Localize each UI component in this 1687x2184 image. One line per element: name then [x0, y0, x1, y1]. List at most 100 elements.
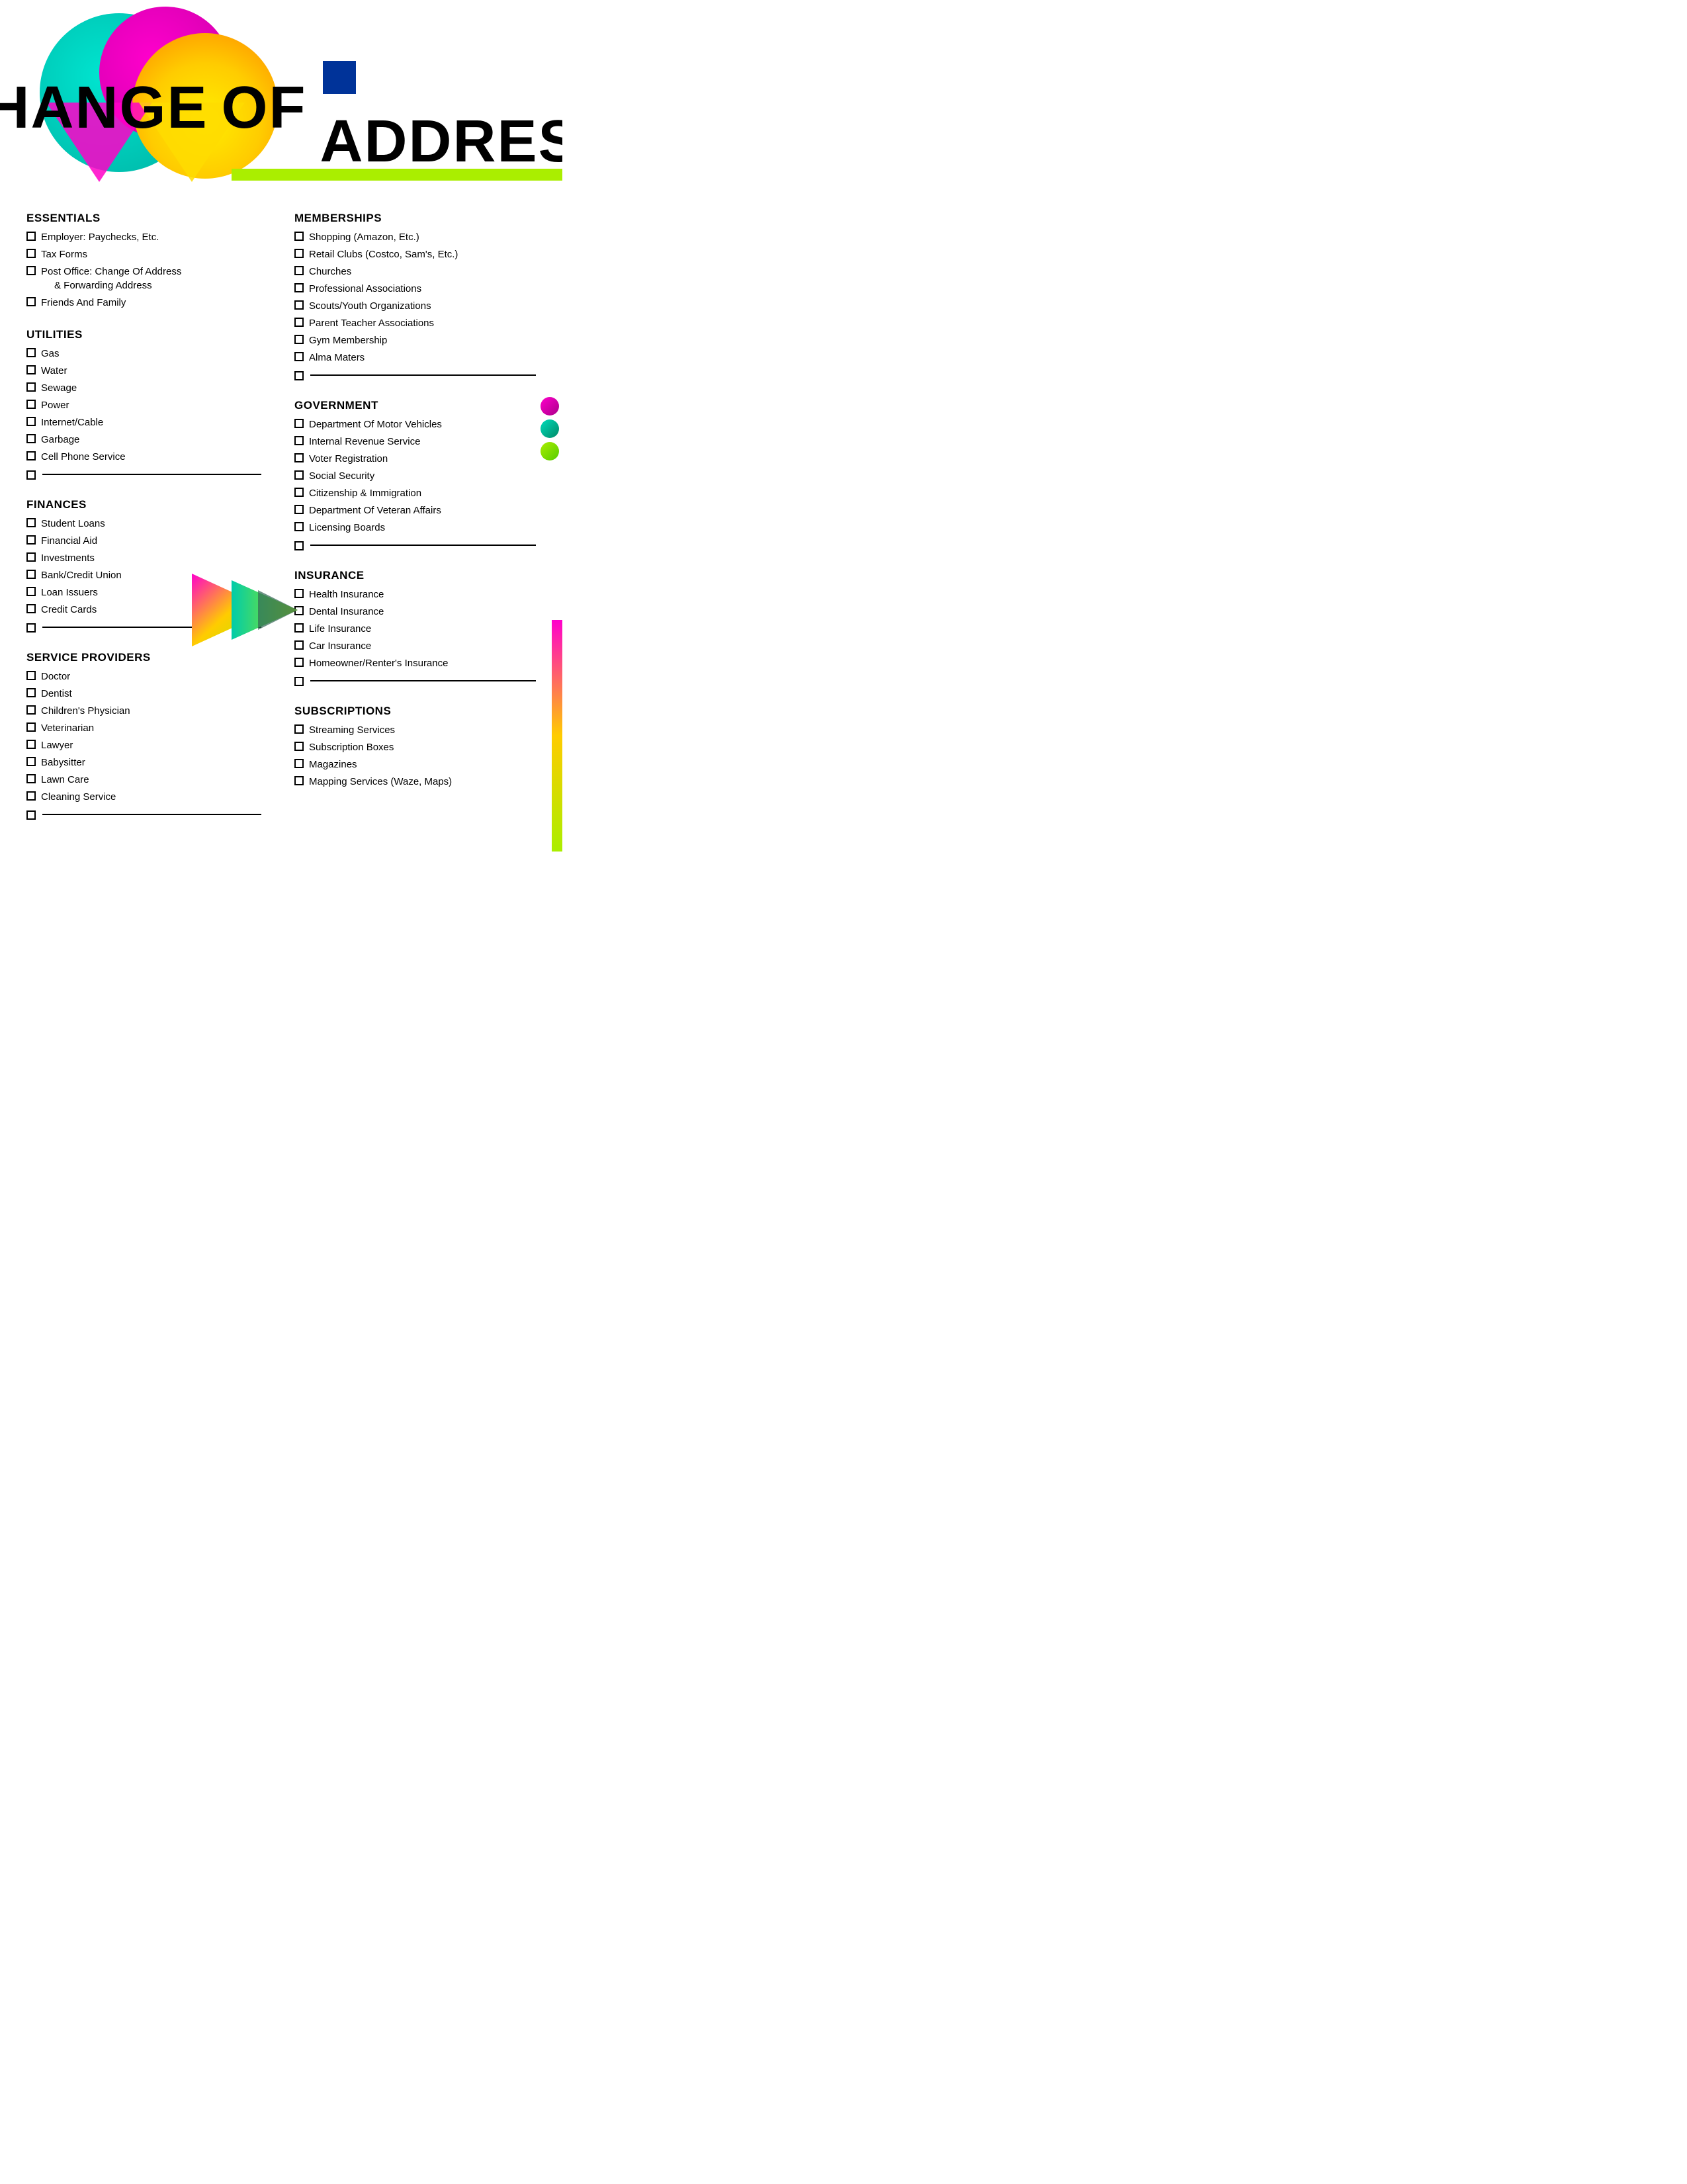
arrow-group	[192, 574, 311, 646]
checkbox[interactable]	[26, 232, 36, 241]
blank-line	[42, 814, 261, 815]
list-item: Citizenship & Immigration	[294, 486, 536, 500]
right-column: MEMBERSHIPS Shopping (Amazon, Etc.) Reta…	[281, 212, 536, 838]
checkbox[interactable]	[26, 400, 36, 409]
checkbox[interactable]	[294, 335, 304, 344]
blue-accent	[323, 61, 356, 94]
service-providers-list: Doctor Dentist Children's Physician Vete…	[26, 670, 261, 804]
checkbox[interactable]	[294, 318, 304, 327]
list-item: Dental Insurance	[294, 605, 536, 619]
checkbox[interactable]	[26, 434, 36, 443]
list-item: Licensing Boards	[294, 521, 536, 535]
section-title-service-providers: SERVICE PROVIDERS	[26, 651, 261, 664]
checkbox[interactable]	[294, 436, 304, 445]
section-title-subscriptions: SUBSCRIPTIONS	[294, 705, 536, 718]
title-word-address: ADDRESS	[320, 40, 562, 176]
checkbox[interactable]	[26, 570, 36, 579]
checkbox[interactable]	[26, 623, 36, 633]
checkbox[interactable]	[26, 518, 36, 527]
checkbox[interactable]	[294, 522, 304, 531]
checkbox[interactable]	[26, 604, 36, 613]
list-item: Churches	[294, 265, 536, 279]
list-item: Internal Revenue Service	[294, 435, 536, 449]
checkbox[interactable]	[26, 740, 36, 749]
checkbox[interactable]	[26, 757, 36, 766]
checkbox[interactable]	[294, 283, 304, 292]
list-item: Cell Phone Service	[26, 450, 261, 464]
checkbox[interactable]	[26, 688, 36, 697]
side-circle-2	[541, 419, 559, 438]
list-item: Doctor	[26, 670, 261, 683]
list-item: Department Of Veteran Affairs	[294, 503, 536, 517]
hero-area: CHANGE OF ADDRESS	[0, 0, 562, 198]
checkbox[interactable]	[294, 266, 304, 275]
section-title-finances: FINANCES	[26, 498, 261, 511]
list-item: Student Loans	[26, 517, 261, 531]
checkbox[interactable]	[26, 535, 36, 545]
arrow-bg	[192, 574, 291, 646]
checkbox[interactable]	[294, 658, 304, 667]
checkbox[interactable]	[294, 759, 304, 768]
list-item: Internet/Cable	[26, 415, 261, 429]
checkbox[interactable]	[294, 724, 304, 734]
section-title-utilities: UTILITIES	[26, 328, 261, 341]
checkbox[interactable]	[26, 671, 36, 680]
bottom-gradient-bar	[552, 620, 562, 852]
list-item: Employer: Paychecks, Etc.	[26, 230, 261, 244]
checkbox[interactable]	[294, 453, 304, 462]
checkbox[interactable]	[26, 587, 36, 596]
checkbox[interactable]	[26, 417, 36, 426]
checkbox[interactable]	[26, 722, 36, 732]
checkbox[interactable]	[26, 774, 36, 783]
checkbox[interactable]	[26, 365, 36, 374]
list-item: Friends And Family	[26, 296, 261, 310]
list-item: Post Office: Change Of Address& Forwardi…	[26, 265, 261, 292]
list-item: Magazines	[294, 758, 536, 771]
list-item: Cleaning Service	[26, 790, 261, 804]
list-item: Veterinarian	[26, 721, 261, 735]
list-item: Investments	[26, 551, 261, 565]
side-circle-1	[541, 397, 559, 415]
section-service-providers: SERVICE PROVIDERS Doctor Dentist Childre…	[26, 651, 261, 820]
checkbox[interactable]	[26, 810, 36, 820]
checkbox[interactable]	[26, 297, 36, 306]
checkbox[interactable]	[294, 776, 304, 785]
checkbox[interactable]	[26, 451, 36, 460]
checkbox[interactable]	[26, 382, 36, 392]
list-item: Department Of Motor Vehicles	[294, 417, 536, 431]
list-item: Streaming Services	[294, 723, 536, 737]
checkbox[interactable]	[294, 232, 304, 241]
checkbox[interactable]	[26, 470, 36, 480]
list-item: Alma Maters	[294, 351, 536, 365]
checkbox[interactable]	[26, 249, 36, 258]
checkbox[interactable]	[26, 266, 36, 275]
side-circles	[541, 397, 559, 460]
checkbox[interactable]	[294, 249, 304, 258]
section-title-insurance: INSURANCE	[294, 569, 536, 582]
checkbox[interactable]	[294, 488, 304, 497]
checkbox[interactable]	[294, 352, 304, 361]
checkbox[interactable]	[26, 348, 36, 357]
section-essentials: ESSENTIALS Employer: Paychecks, Etc. Tax…	[26, 212, 261, 310]
main-content: ESSENTIALS Employer: Paychecks, Etc. Tax…	[0, 198, 562, 852]
checkbox[interactable]	[294, 419, 304, 428]
checkbox[interactable]	[294, 742, 304, 751]
checkbox[interactable]	[294, 470, 304, 480]
list-item: Retail Clubs (Costco, Sam's, Etc.)	[294, 247, 536, 261]
list-item: Garbage	[26, 433, 261, 447]
checkbox[interactable]	[294, 677, 304, 686]
list-item: Dentist	[26, 687, 261, 701]
section-title-essentials: ESSENTIALS	[26, 212, 261, 225]
checkbox[interactable]	[26, 705, 36, 715]
left-column: ESSENTIALS Employer: Paychecks, Etc. Tax…	[26, 212, 281, 838]
checkbox[interactable]	[294, 300, 304, 310]
list-item: Gym Membership	[294, 333, 536, 347]
checkbox[interactable]	[294, 505, 304, 514]
checkbox[interactable]	[294, 371, 304, 380]
insurance-list: Health Insurance Dental Insurance Life I…	[294, 588, 536, 670]
checkbox[interactable]	[26, 552, 36, 562]
blank-line	[310, 545, 536, 546]
checkbox[interactable]	[294, 541, 304, 550]
checkbox[interactable]	[26, 791, 36, 801]
memberships-list: Shopping (Amazon, Etc.) Retail Clubs (Co…	[294, 230, 536, 365]
